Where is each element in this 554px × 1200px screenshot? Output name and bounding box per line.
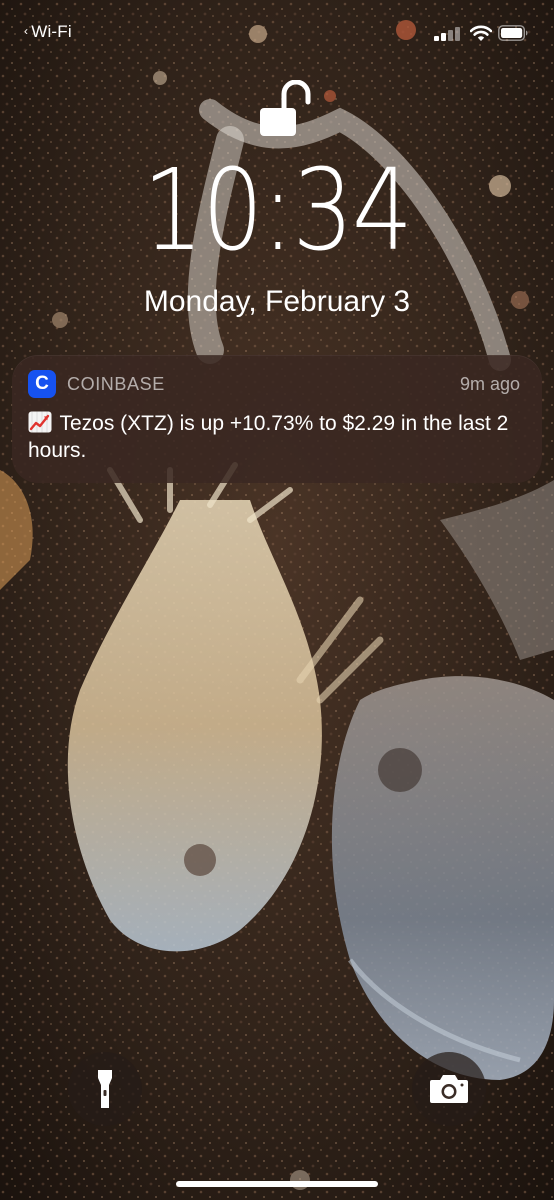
app-icon-letter: C (35, 373, 49, 394)
carrier-label: ‹ Wi-Fi (24, 22, 72, 42)
lock-screen-date: Monday, February 3 (143, 285, 411, 318)
flashlight-icon (98, 1070, 112, 1108)
notification-time: 9m ago (459, 374, 520, 394)
notification-body: Tezos (XTZ) is up +10.73% to $2.29 in th… (28, 410, 528, 464)
notification-app-name: COINBASE (67, 374, 165, 394)
chart-increasing-icon (28, 411, 52, 433)
status-bar: ‹ Wi-Fi (0, 0, 554, 66)
lock-screen-time: 10:34 (142, 146, 414, 276)
battery-icon (498, 25, 528, 41)
camera-button[interactable] (412, 1052, 486, 1126)
home-indicator[interactable] (176, 1181, 378, 1187)
carrier-text: Wi-Fi (31, 22, 72, 41)
unlocked-padlock-icon (260, 80, 311, 136)
wifi-icon (470, 25, 492, 41)
chevron-left-icon: ‹ (24, 24, 29, 38)
camera-icon (430, 1075, 468, 1103)
coinbase-notification[interactable]: C COINBASE 9m ago Tezos (XTZ) is up +10.… (12, 355, 542, 483)
notification-message: Tezos (XTZ) is up +10.73% to $2.29 in th… (28, 412, 509, 462)
cellular-signal-icon (434, 27, 462, 41)
flashlight-button[interactable] (68, 1052, 142, 1126)
coinbase-app-icon: C (28, 370, 56, 398)
